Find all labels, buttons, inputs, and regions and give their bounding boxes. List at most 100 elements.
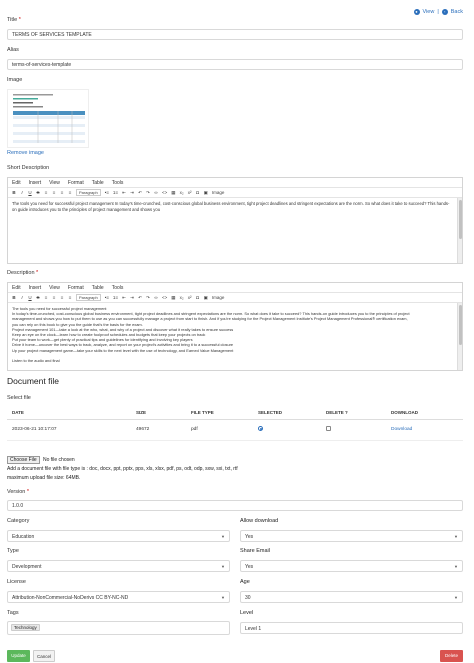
underline-icon[interactable]: U (28, 295, 32, 300)
choose-file-button[interactable]: Choose File (7, 456, 40, 464)
align-left-icon[interactable]: ≡ (44, 295, 48, 300)
special-char-icon[interactable]: Ω (196, 295, 200, 300)
menu-table[interactable]: Table (92, 285, 104, 291)
superscript-icon[interactable]: x² (188, 190, 192, 195)
underline-icon[interactable]: U (28, 190, 32, 195)
table-icon[interactable]: ▦ (171, 190, 175, 196)
share-email-select[interactable]: Yes ▼ (240, 560, 463, 572)
indent-icon[interactable]: ⇥ (130, 295, 134, 301)
subscript-icon[interactable]: x₂ (180, 295, 184, 300)
remove-image-link[interactable]: Remove image (7, 150, 44, 156)
bold-icon[interactable]: B (12, 295, 16, 300)
column-header-date: DATE (7, 406, 131, 420)
strikethrough-icon[interactable]: S (36, 190, 40, 195)
code-icon[interactable]: <> (162, 295, 167, 300)
view-link[interactable]: View (423, 9, 435, 15)
redo-icon[interactable]: ↷ (146, 190, 150, 196)
align-right-icon[interactable]: ≡ (60, 190, 64, 195)
outdent-icon[interactable]: ⇤ (122, 190, 126, 196)
link-icon[interactable]: ∞ (154, 190, 158, 195)
thumbnail-graphic (8, 90, 88, 147)
chevron-down-icon: ▼ (221, 534, 225, 539)
menu-view[interactable]: View (49, 180, 60, 186)
type-value: Development (12, 564, 42, 570)
delete-checkbox[interactable] (326, 426, 331, 431)
strikethrough-icon[interactable]: S (36, 295, 40, 300)
cancel-button[interactable]: Cancel (33, 650, 55, 662)
short-description-editor[interactable]: Edit Insert View Format Table Tools B I … (7, 177, 463, 264)
age-select[interactable]: 30 ▼ (240, 591, 463, 603)
update-button[interactable]: Update (7, 650, 30, 662)
align-justify-icon[interactable]: ≡ (68, 295, 72, 300)
allow-download-select[interactable]: Yes ▼ (240, 530, 463, 542)
bold-icon[interactable]: B (12, 190, 16, 195)
delete-button[interactable]: Delete (440, 650, 463, 662)
image-icon[interactable]: ▣ (204, 190, 208, 196)
type-select[interactable]: Development ▼ (7, 560, 230, 572)
tags-input[interactable] (7, 621, 230, 635)
image-label: Image (7, 77, 23, 83)
description-editor[interactable]: Edit Insert View Format Table Tools B I … (7, 282, 463, 371)
italic-icon[interactable]: I (20, 190, 24, 195)
image-button[interactable]: Image (212, 295, 225, 300)
menu-insert[interactable]: Insert (29, 180, 42, 186)
paragraph-select[interactable]: Paragraph (76, 189, 101, 196)
file-types-help: Add a document file with file type is : … (7, 466, 238, 472)
bullet-list-icon[interactable]: •≡ (105, 295, 109, 300)
subscript-icon[interactable]: x₂ (180, 190, 184, 195)
menu-edit[interactable]: Edit (12, 285, 21, 291)
version-input[interactable]: 1.0.0 (7, 500, 463, 511)
short-description-content[interactable]: The tools you need for successful projec… (8, 198, 462, 263)
back-link[interactable]: Back (451, 9, 463, 15)
undo-icon[interactable]: ↶ (138, 190, 142, 196)
menu-table[interactable]: Table (92, 180, 104, 186)
menu-format[interactable]: Format (68, 180, 84, 186)
align-justify-icon[interactable]: ≡ (68, 190, 72, 195)
menu-tools[interactable]: Tools (112, 285, 124, 291)
column-header-delete: DELETE ? (321, 406, 386, 420)
link-icon[interactable]: ∞ (154, 295, 158, 300)
menu-edit[interactable]: Edit (12, 180, 21, 186)
tag-chip[interactable]: Technology (11, 624, 40, 631)
table-icon[interactable]: ▦ (171, 295, 175, 301)
bullet-list-icon[interactable]: •≡ (105, 190, 109, 195)
chevron-down-icon: ▼ (454, 595, 458, 600)
undo-icon[interactable]: ↶ (138, 295, 142, 301)
special-char-icon[interactable]: Ω (196, 190, 200, 195)
numbered-list-icon[interactable]: 1≡ (113, 190, 118, 195)
image-icon[interactable]: ▣ (204, 295, 208, 301)
title-input[interactable]: TERMS OF SERVICES TEMPLATE (7, 29, 463, 40)
code-icon[interactable]: <> (162, 190, 167, 195)
superscript-icon[interactable]: x² (188, 295, 192, 300)
selected-radio[interactable] (258, 426, 263, 431)
description-label-text: Description (7, 270, 35, 276)
numbered-list-icon[interactable]: 1≡ (113, 295, 118, 300)
level-select[interactable]: Level 1 (240, 622, 463, 634)
editor-scrollbar[interactable] (457, 303, 462, 370)
menu-format[interactable]: Format (68, 285, 84, 291)
align-center-icon[interactable]: ≡ (52, 190, 56, 195)
italic-icon[interactable]: I (20, 295, 24, 300)
chevron-down-icon: ▼ (454, 534, 458, 539)
allow-download-label: Allow download (240, 518, 279, 524)
align-center-icon[interactable]: ≡ (52, 295, 56, 300)
image-button[interactable]: Image (212, 190, 225, 195)
indent-icon[interactable]: ⇥ (130, 190, 134, 196)
column-header-selected: SELECTED (253, 406, 321, 420)
download-link[interactable]: Download (391, 427, 412, 432)
no-file-chosen-text: No file chosen (43, 457, 75, 463)
editor-scrollbar[interactable] (457, 198, 462, 263)
license-select[interactable]: Attribution-NonCommercial-NoDerivs CC BY… (7, 591, 230, 603)
menu-insert[interactable]: Insert (29, 285, 42, 291)
align-left-icon[interactable]: ≡ (44, 190, 48, 195)
cell-size: 49672 (131, 419, 186, 441)
outdent-icon[interactable]: ⇤ (122, 295, 126, 301)
description-content[interactable]: The tools you need for successful projec… (8, 303, 462, 370)
redo-icon[interactable]: ↷ (146, 295, 150, 301)
alias-input[interactable]: terms-of-services-template (7, 59, 463, 70)
menu-view[interactable]: View (49, 285, 60, 291)
paragraph-select[interactable]: Paragraph (76, 294, 101, 301)
align-right-icon[interactable]: ≡ (60, 295, 64, 300)
category-select[interactable]: Education ▼ (7, 530, 230, 542)
menu-tools[interactable]: Tools (112, 180, 124, 186)
